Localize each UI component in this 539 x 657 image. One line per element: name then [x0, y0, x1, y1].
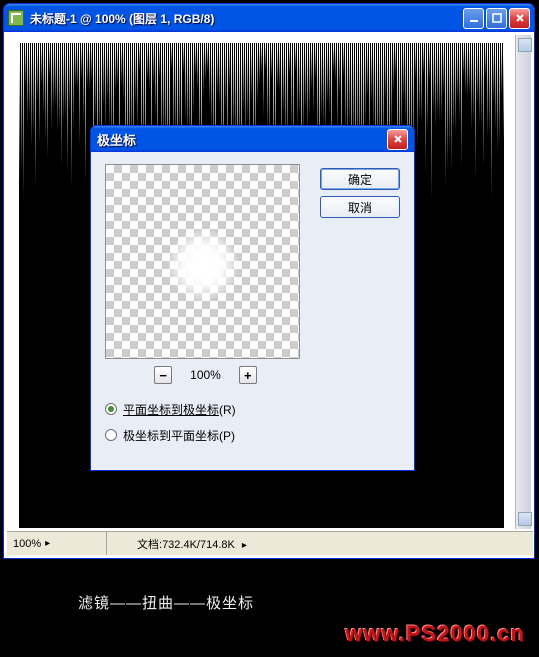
maximize-button[interactable]	[486, 8, 507, 29]
preview-box[interactable]	[105, 164, 300, 359]
radio-rect-to-polar[interactable]: 平面坐标到极坐标(R)	[105, 396, 236, 422]
status-zoom-value: 100%	[13, 538, 41, 550]
radio-label: 平面坐标到极坐标	[123, 403, 219, 417]
status-zoom[interactable]: 100% ▸	[7, 532, 107, 555]
radio-group: 平面坐标到极坐标(R) 极坐标到平面坐标(P)	[105, 396, 236, 448]
dialog-titlebar: 极坐标	[91, 126, 414, 152]
tutorial-caption: 滤镜——扭曲——极坐标	[78, 592, 254, 613]
radio-key: (P)	[219, 429, 235, 443]
window-title: 未标题-1 @ 100% (图层 1, RGB/8)	[30, 10, 461, 27]
status-doc-size: 732.4K/714.8K	[162, 539, 235, 551]
vertical-scrollbar[interactable]	[515, 35, 531, 529]
zoom-in-button[interactable]: +	[239, 366, 257, 384]
status-doc-label: 文档:	[137, 539, 162, 551]
zoom-controls: − 100% +	[133, 366, 278, 384]
radio-icon	[105, 429, 117, 441]
close-button[interactable]	[509, 8, 530, 29]
zoom-out-button[interactable]: −	[154, 366, 172, 384]
watermark: www.PS2000.cn	[345, 621, 525, 647]
radio-icon	[105, 403, 117, 415]
dialog-close-button[interactable]	[387, 129, 408, 150]
statusbar: 100% ▸ 文档:732.4K/714.8K ▸	[7, 531, 533, 555]
zoom-value: 100%	[190, 368, 221, 382]
cancel-button[interactable]: 取消	[320, 196, 400, 218]
radio-key: (R)	[219, 403, 236, 417]
dropdown-icon: ▸	[242, 540, 247, 551]
dialog-title: 极坐标	[97, 130, 385, 149]
dropdown-icon: ▸	[45, 538, 50, 549]
polar-coordinates-dialog: 极坐标 − 100% + 平面坐标到极坐标(R) 极坐标到平面坐标(P) 确定 …	[90, 125, 415, 471]
preview-content	[168, 230, 238, 300]
radio-polar-to-rect[interactable]: 极坐标到平面坐标(P)	[105, 422, 236, 448]
status-doc: 文档:732.4K/714.8K ▸	[107, 536, 247, 552]
ok-button[interactable]: 确定	[320, 168, 400, 190]
minimize-button[interactable]	[463, 8, 484, 29]
app-icon	[8, 10, 24, 26]
radio-label: 极坐标到平面坐标	[123, 429, 219, 443]
titlebar: 未标题-1 @ 100% (图层 1, RGB/8)	[4, 4, 534, 32]
